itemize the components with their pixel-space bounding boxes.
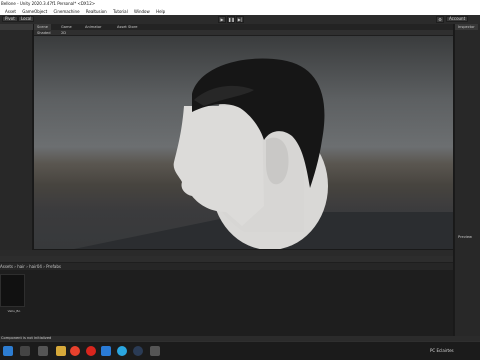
pause-button[interactable]: ❚❚ [227, 16, 235, 23]
explorer-icon[interactable] [56, 346, 66, 356]
tray-status: PC Eclairtes [430, 348, 454, 353]
window-title-bar: Bellone - Unity 2020.3.47f1 Personal* <D… [0, 0, 480, 8]
account-button[interactable]: Account [446, 16, 469, 22]
taskview-icon[interactable] [38, 346, 48, 356]
menu-item-window[interactable]: Window [134, 9, 150, 14]
scene-viewport[interactable] [34, 36, 453, 249]
preview-label: Preview [458, 235, 472, 239]
hierarchy-panel [0, 24, 33, 250]
breadcrumb-prefabs[interactable]: Prefabs [46, 264, 61, 269]
hierarchy-tab[interactable] [0, 24, 33, 30]
window-title: Bellone - Unity 2020.3.47f1 Personal* <D… [1, 1, 96, 6]
head-model [74, 58, 453, 249]
local-toggle[interactable]: Local [18, 16, 35, 22]
opera-icon[interactable] [86, 346, 96, 356]
main-toolbar: Pivot Local ▶ ❚❚ ▶| ⚙ Account [0, 15, 480, 24]
menu-item-cinemachine[interactable]: Cinemachine [53, 9, 79, 14]
breadcrumb: Assets › hair › hair04 › Prefabs [0, 263, 453, 270]
store-icon[interactable] [101, 346, 111, 356]
tab-inspector[interactable]: Inspector [455, 24, 478, 30]
menu-item-gameobject[interactable]: GameObject [22, 9, 47, 14]
play-button[interactable]: ▶ [218, 16, 226, 23]
collab-icon[interactable]: ⚙ [436, 16, 444, 23]
chrome-icon[interactable] [70, 346, 80, 356]
project-toolbar [0, 256, 453, 262]
search-icon[interactable] [20, 346, 30, 356]
breadcrumb-hair04[interactable]: hair04 [29, 264, 42, 269]
taskbar: PC Eclairtes [0, 341, 480, 360]
status-message: Component is not initialized [1, 336, 52, 340]
steam-icon[interactable] [133, 346, 143, 356]
breadcrumb-hair[interactable]: hair [17, 264, 25, 269]
menu-item-help[interactable]: Help [156, 9, 165, 14]
edge-icon[interactable] [117, 346, 127, 356]
menu-item-realtusion[interactable]: Realtusion [86, 9, 107, 14]
pivot-toggle[interactable]: Pivot [2, 16, 18, 22]
step-button[interactable]: ▶| [236, 16, 244, 23]
asset-thumbnail[interactable]: Vellu_Bo [0, 274, 25, 313]
breadcrumb-assets[interactable]: Assets [0, 264, 13, 269]
asset-name: Vellu_Bo [7, 309, 21, 313]
windows-icon[interactable] [3, 346, 13, 356]
unity-icon[interactable] [150, 346, 160, 356]
menu-item-asset[interactable]: Asset [5, 9, 16, 14]
inspector-panel: Inspector Preview [454, 24, 480, 336]
menu-bar: Asset GameObject Cinemachine Realtusion … [0, 8, 480, 15]
menu-item-tutorial[interactable]: Tutorial [113, 9, 128, 14]
